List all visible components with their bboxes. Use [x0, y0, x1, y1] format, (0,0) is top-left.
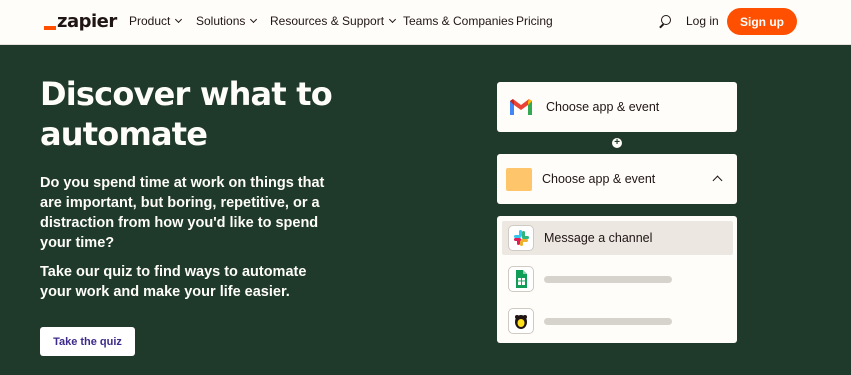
search-icon[interactable] — [659, 15, 672, 29]
add-step-icon[interactable]: + — [612, 138, 622, 148]
mailchimp-icon — [508, 308, 534, 334]
top-navigation: zapier Product Solutions Resources & Sup… — [0, 0, 851, 45]
chevron-down-icon — [250, 15, 258, 24]
trigger-step-label: Choose app & event — [546, 100, 660, 114]
google-sheets-icon — [508, 266, 534, 292]
login-link[interactable]: Log in — [686, 14, 719, 28]
chevron-down-icon — [389, 15, 397, 24]
placeholder-bar — [544, 276, 672, 283]
chevron-up-icon[interactable] — [712, 175, 723, 186]
zapier-logo[interactable]: zapier — [44, 11, 117, 33]
placeholder-bar — [544, 318, 672, 325]
gmail-icon — [510, 99, 532, 115]
app-options-list: Message a channel — [497, 216, 737, 343]
slack-icon — [508, 225, 534, 251]
logo-underscore — [44, 26, 56, 30]
hero-paragraph-2: Take our quiz to find ways to automate y… — [40, 264, 307, 300]
hero-paragraph-1: Do you spend time at work on things that… — [40, 175, 325, 251]
trigger-step-card[interactable]: Choose app & event — [497, 82, 737, 132]
logo-text: zapier — [57, 11, 117, 32]
chevron-down-icon — [175, 15, 183, 24]
hero-title: Discover what to automate — [40, 75, 333, 153]
option-label: Message a channel — [544, 231, 653, 245]
app-placeholder-icon — [506, 168, 532, 191]
nav-product[interactable]: Product — [129, 14, 183, 28]
take-quiz-button[interactable]: Take the quiz — [40, 327, 135, 356]
nav-resources-support[interactable]: Resources & Support — [270, 14, 397, 28]
nav-pricing[interactable]: Pricing — [516, 14, 553, 28]
list-item[interactable]: Message a channel — [502, 221, 733, 255]
nav-solutions[interactable]: Solutions — [196, 14, 258, 28]
list-item[interactable] — [502, 304, 733, 338]
signup-button[interactable]: Sign up — [727, 8, 797, 35]
nav-teams-companies[interactable]: Teams & Companies — [403, 14, 514, 28]
action-step-label: Choose app & event — [542, 172, 656, 186]
list-item[interactable] — [502, 262, 733, 296]
action-step-card[interactable]: Choose app & event — [497, 154, 737, 204]
